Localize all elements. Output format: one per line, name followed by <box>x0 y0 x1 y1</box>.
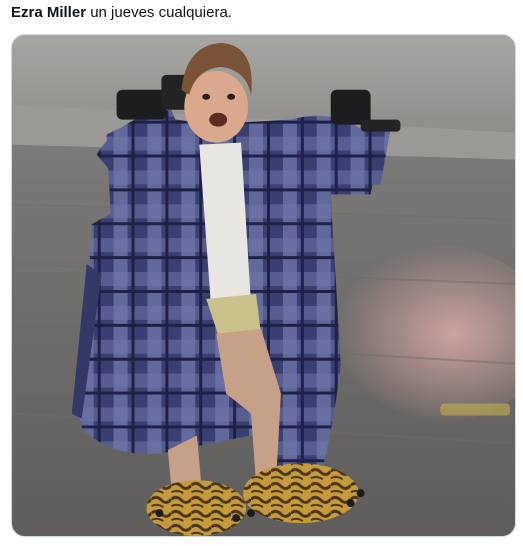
tweet-text: Ezra Miller un jueves cualquiera. <box>11 3 232 23</box>
tweet-name: Ezra Miller <box>11 4 87 21</box>
tweet-photo[interactable] <box>11 34 516 537</box>
photo-person-bathrobe-running-icon <box>12 35 515 536</box>
tweet-body: un jueves cualquiera. <box>86 4 232 21</box>
tweet-card: Ezra Miller un jueves cualquiera. <box>0 0 523 546</box>
